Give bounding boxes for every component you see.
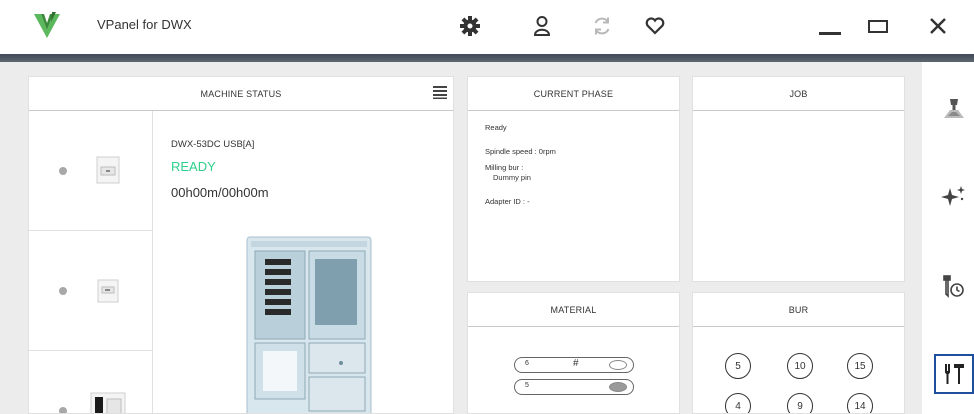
vpanel-logo-icon (34, 12, 60, 38)
bur-slot[interactable]: 9 (787, 393, 813, 413)
material-panel: MATERIAL 6 # 5 (467, 292, 680, 414)
machine-list-item[interactable] (29, 111, 153, 231)
tool-timer-icon[interactable] (934, 266, 974, 306)
bur-slot[interactable]: 5 (725, 353, 751, 379)
machine-thumbnail-icon (97, 279, 119, 303)
bur-slot[interactable]: 4 (725, 393, 751, 413)
milling-machine-image (246, 236, 372, 413)
heart-icon[interactable] (641, 12, 669, 40)
milling-bur-value: Dummy pin (493, 173, 531, 182)
title-separator (0, 54, 974, 62)
milling-icon[interactable] (934, 88, 974, 128)
close-icon[interactable] (920, 10, 956, 42)
job-header: JOB (693, 77, 904, 111)
current-phase-panel: CURRENT PHASE Ready Spindle speed : 0rpm… (467, 76, 680, 282)
machine-status-text: READY (171, 159, 216, 174)
adapter-id: Adapter ID : - (485, 197, 530, 206)
machine-thumbnail-icon (90, 392, 126, 413)
material-slot[interactable]: 5 (514, 379, 634, 395)
status-dot (59, 167, 67, 175)
gear-icon[interactable] (456, 12, 484, 40)
bur-slot[interactable]: 14 (847, 393, 873, 413)
status-dot (59, 287, 67, 295)
phase-state: Ready (485, 123, 507, 132)
maximize-icon[interactable] (860, 10, 896, 42)
bur-header: BUR (693, 293, 904, 327)
current-phase-header: CURRENT PHASE (468, 77, 679, 111)
refresh-icon[interactable] (588, 12, 616, 40)
machine-list-item[interactable] (29, 351, 153, 413)
machine-elapsed-time: 00h00m/00h00m (171, 185, 269, 200)
app-title: VPanel for DWX (97, 17, 192, 32)
title-bar: VPanel for DWX (0, 0, 974, 54)
machine-list (29, 111, 153, 413)
material-header: MATERIAL (468, 293, 679, 327)
machine-list-item[interactable] (29, 231, 153, 351)
maintenance-tools-icon[interactable] (934, 354, 974, 394)
minimize-icon[interactable] (812, 10, 848, 42)
menu-icon[interactable] (433, 85, 447, 99)
material-slot-symbol: # (573, 358, 579, 369)
current-phase-body: Ready Spindle speed : 0rpm Milling bur :… (485, 123, 556, 207)
bur-slot[interactable]: 10 (787, 353, 813, 379)
machine-thumbnail-icon (96, 156, 120, 184)
material-slot-number: 6 (525, 360, 529, 367)
material-slot[interactable]: 6 # (514, 357, 634, 373)
material-slot-number: 5 (525, 382, 529, 389)
machine-name: DWX-53DC USB[A] (171, 139, 255, 150)
status-dot (59, 407, 67, 413)
right-sidebar (922, 62, 974, 414)
spindle-speed: Spindle speed : 0rpm (485, 147, 556, 156)
bur-panel: BUR 5 10 15 4 9 14 (692, 292, 905, 414)
machine-status-header: MACHINE STATUS (29, 77, 453, 111)
material-disc-icon (609, 382, 627, 392)
material-disc-icon (609, 360, 627, 370)
milling-bur-label: Milling bur : (485, 163, 524, 172)
bur-slot[interactable]: 15 (847, 353, 873, 379)
user-icon[interactable] (528, 12, 556, 40)
workspace: MACHINE STATUS DWX-53DC USB[A] READY 00h… (0, 62, 922, 414)
sparkle-icon[interactable] (934, 176, 974, 216)
job-panel: JOB (692, 76, 905, 282)
machine-status-panel: MACHINE STATUS DWX-53DC USB[A] READY 00h… (28, 76, 454, 414)
machine-detail: DWX-53DC USB[A] READY 00h00m/00h00m (153, 111, 453, 413)
